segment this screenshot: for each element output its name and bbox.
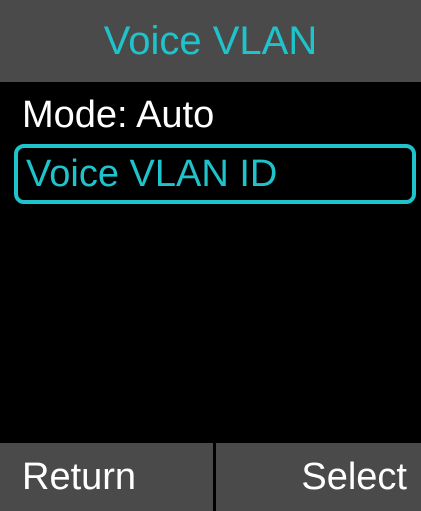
- screen-title: Voice VLAN: [103, 18, 318, 63]
- menu-item-label: Mode: Auto: [22, 93, 215, 136]
- return-softkey[interactable]: Return: [0, 443, 216, 511]
- phone-screen: Voice VLAN Mode: Auto Voice VLAN ID Retu…: [0, 0, 421, 511]
- menu-item-label: Voice VLAN ID: [26, 152, 278, 195]
- select-softkey[interactable]: Select: [216, 443, 421, 511]
- screen-header: Voice VLAN: [0, 0, 421, 82]
- softkey-bar: Return Select: [0, 443, 421, 511]
- menu-list: Mode: Auto Voice VLAN ID: [0, 82, 421, 204]
- softkey-label: Select: [301, 455, 407, 498]
- menu-item-voice-vlan-id[interactable]: Voice VLAN ID: [14, 144, 416, 204]
- menu-item-mode[interactable]: Mode: Auto: [0, 86, 421, 144]
- softkey-label: Return: [22, 455, 137, 498]
